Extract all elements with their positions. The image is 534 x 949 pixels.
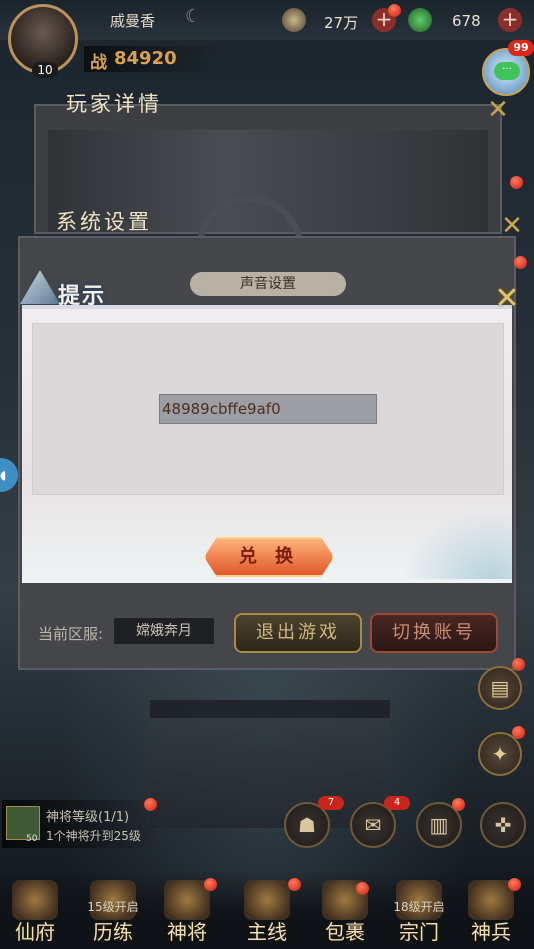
player-details-title: 玩家详情 (66, 92, 162, 116)
notification-dot (508, 878, 521, 891)
scroll-icon[interactable]: ▤ (478, 666, 522, 710)
shenjiang-icon (164, 880, 210, 920)
nav-label: 历练 (93, 920, 133, 944)
power-label: 战 (90, 53, 107, 73)
notification-dot (512, 726, 525, 739)
nav-item-xianfu[interactable]: 仙府 (0, 880, 70, 946)
notification-dot (288, 878, 301, 891)
combat-power: 战 84920 (84, 46, 224, 73)
dialog-content-area (32, 323, 504, 495)
nav-label: 主线 (247, 920, 287, 944)
hint-dialog: 兑 换 (22, 305, 512, 583)
notification-dot (512, 658, 525, 671)
exit-game-button[interactable]: 退出游戏 (234, 613, 362, 653)
nav-label: 神将 (167, 920, 207, 944)
tab-sound-settings[interactable]: 声音设置 (190, 272, 346, 296)
redeem-button[interactable]: 兑 换 (204, 537, 334, 577)
notification-dot (514, 256, 527, 269)
notification-dot (452, 798, 465, 811)
settings-icon[interactable]: ✜ (480, 802, 526, 848)
currency2-icon (408, 8, 432, 32)
task-title: 神将等级(1/1) (46, 810, 130, 825)
nav-label: 包裹 (325, 920, 365, 944)
nav-item-lilian[interactable]: 15级开启 历练 (78, 880, 148, 946)
nav-lock-text: 18级开启 (393, 900, 445, 914)
current-server-label: 当前区服: (38, 625, 104, 643)
notification-dot (510, 176, 523, 189)
player-level: 10 (32, 62, 58, 78)
nav-label: 神兵 (471, 920, 511, 944)
chat-bubble-icon: ··· (494, 62, 520, 80)
xianfu-icon (12, 880, 58, 920)
currency2-add-button[interactable]: + (498, 8, 522, 32)
nav-label: 仙府 (15, 920, 55, 944)
player-name: 戚曼香 (110, 12, 156, 30)
currency1-icon (282, 8, 306, 32)
currency2-value: 678 (452, 12, 481, 30)
dialog-close-icon[interactable]: ✕ (492, 284, 522, 314)
close-icon[interactable]: ✕ (484, 96, 512, 124)
notification-dot (144, 798, 157, 811)
notification-dot (356, 882, 369, 895)
task-icon-level: 50 (26, 834, 38, 844)
switch-account-button[interactable]: 切换账号 (370, 613, 498, 653)
redeem-code-input[interactable] (159, 394, 377, 424)
nav-lock-text: 15级开启 (87, 900, 139, 914)
currency1-value: 27万 (324, 14, 359, 32)
task-description: 1个神将升到25级 (46, 829, 141, 843)
nav-label: 宗门 (399, 920, 439, 944)
power-value: 84920 (114, 48, 177, 69)
notification-dot (388, 4, 401, 17)
mail-count: 4 (384, 796, 410, 810)
moon-icon: ☾ (185, 6, 202, 27)
task-tracker[interactable]: 50 神将等级(1/1) 1个神将升到25级 (2, 800, 160, 848)
system-settings-title: 系统设置 (56, 210, 152, 234)
nav-item-zongmen[interactable]: 18级开启 宗门 (384, 880, 454, 946)
team-count: 7 (318, 796, 344, 810)
nav-item-baoguo[interactable]: 包裹 (310, 880, 380, 946)
current-server-value: 嫦娥奔月 (114, 618, 214, 644)
zhuxian-icon (244, 880, 290, 920)
chat-badge: 99 (508, 40, 534, 56)
shenbing-icon (468, 880, 514, 920)
close-icon[interactable]: ✕ (498, 212, 526, 240)
notification-dot (204, 878, 217, 891)
wave-decoration (402, 509, 512, 579)
